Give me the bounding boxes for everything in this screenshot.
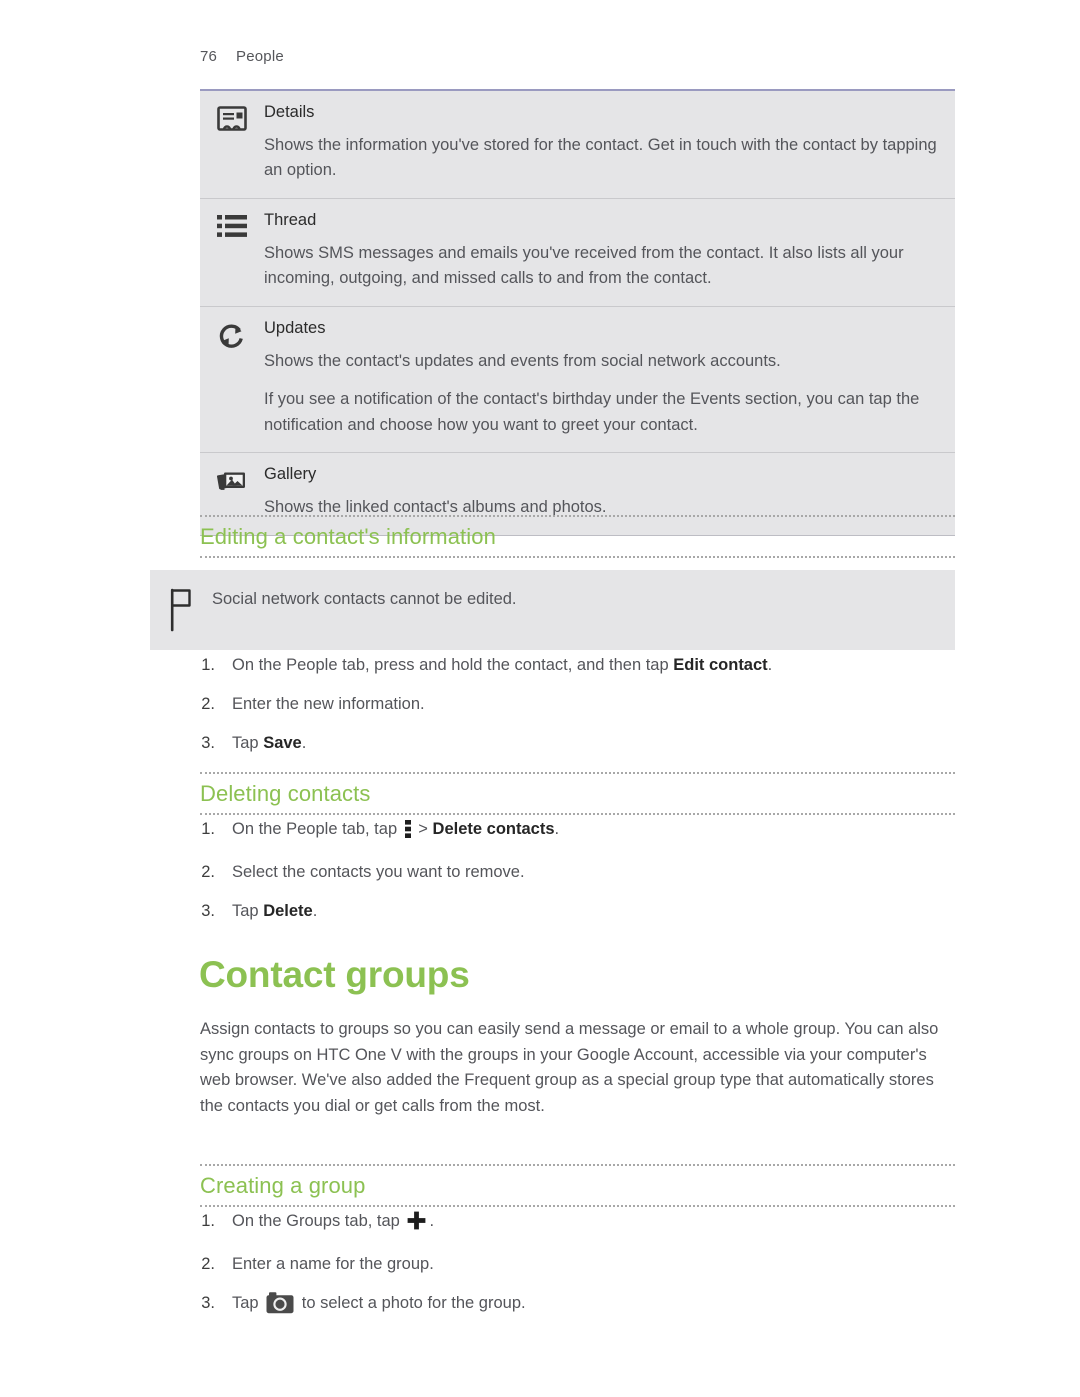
list-item: 3. Tap Delete. <box>200 899 960 924</box>
table-row: Thread Shows SMS messages and emails you… <box>200 199 955 307</box>
flag-icon <box>150 587 212 632</box>
step-number: 2. <box>201 694 215 713</box>
page-title: Contact groups <box>199 954 470 995</box>
feature-description: Shows SMS messages and emails you've rec… <box>264 243 904 288</box>
step-text: Tap to select a photo for the group. <box>232 1291 960 1322</box>
step-number: 3. <box>201 901 215 920</box>
list-item: 2. Enter the new information. <box>200 692 960 717</box>
step-text: Enter the new information. <box>232 692 960 717</box>
table-cell-body: Gallery Shows the linked contact's album… <box>264 465 955 520</box>
feature-title: Updates <box>264 318 326 337</box>
step-number: 1. <box>201 1212 215 1230</box>
feature-title: Details <box>264 103 315 121</box>
gallery-photos-icon <box>200 465 264 494</box>
step-text-pre: Tap <box>232 733 264 752</box>
steps-creating: 1. On the Groups tab, tap . 2. Enter a n… <box>200 1209 960 1321</box>
step-text-post: . <box>429 1212 435 1230</box>
step-text-bold: Edit contact <box>673 656 768 674</box>
list-item: 3. Tap Save. <box>200 731 960 756</box>
table-row: Updates Shows the contact's updates and … <box>200 307 955 454</box>
step-text-pre: On the People tab, tap <box>232 820 402 838</box>
step-text: Select the contacts you want to remove. <box>232 860 960 885</box>
section-heading-creating: Creating a group <box>200 1164 955 1207</box>
step-text: On the People tab, press and hold the co… <box>232 653 960 678</box>
list-item: 1. On the People tab, tap > Delete conta… <box>200 817 960 846</box>
feature-description: Shows the information you've stored for … <box>264 135 937 180</box>
section-heading-text: Editing a contact's information <box>200 524 496 549</box>
list-item: 2. Enter a name for the group. <box>200 1252 960 1277</box>
step-text-post: . <box>554 820 560 838</box>
running-header-title: People <box>236 48 284 65</box>
feature-description: If you see a notification of the contact… <box>264 390 920 434</box>
list-item: 1. On the Groups tab, tap . <box>200 1209 960 1238</box>
section-heading-deleting: Deleting contacts <box>200 772 955 815</box>
step-text: Tap Delete. <box>232 899 960 924</box>
refresh-updates-icon <box>200 319 264 350</box>
table-cell-body: Details Shows the information you've sto… <box>264 103 955 184</box>
step-text-post: . <box>312 901 318 920</box>
step-text-pre: Enter the new information. <box>232 694 425 713</box>
steps-editing: 1. On the People tab, press and hold the… <box>200 653 960 755</box>
step-number: 2. <box>201 862 215 881</box>
step-text: Tap Save. <box>232 731 960 756</box>
list-item: 1. On the People tab, press and hold the… <box>200 653 960 678</box>
step-number: 3. <box>201 733 215 752</box>
contact-card-icon <box>200 103 264 131</box>
feature-description: Shows the contact's updates and events f… <box>264 351 781 370</box>
step-number: 3. <box>201 1293 215 1312</box>
plus-icon <box>407 1211 426 1238</box>
list-item: 3. Tap to select a photo for the group. <box>200 1291 960 1322</box>
section-heading-text: Creating a group <box>200 1173 366 1198</box>
step-text-pre: Enter a name for the group. <box>232 1254 434 1273</box>
step-text: Enter a name for the group. <box>232 1252 960 1277</box>
step-text-pre: Tap <box>232 1293 264 1312</box>
feature-table: Details Shows the information you've sto… <box>200 89 955 536</box>
note-box: Social network contacts cannot be edited… <box>150 570 955 650</box>
step-text-bold: Delete contacts <box>432 820 555 838</box>
step-text-pre: On the People tab, press and hold the co… <box>232 656 674 674</box>
step-number: 1. <box>201 820 215 838</box>
step-text: On the Groups tab, tap . <box>232 1209 960 1238</box>
step-text-bold: Save <box>263 733 302 752</box>
step-text-pre: Tap <box>232 901 264 920</box>
table-cell-body: Updates Shows the contact's updates and … <box>264 319 955 438</box>
list-thread-icon <box>200 211 264 238</box>
step-text: On the People tab, tap > Delete contacts… <box>232 817 960 846</box>
feature-title: Thread <box>264 210 317 229</box>
step-text-post: . <box>767 656 773 674</box>
step-text-pre: On the Groups tab, tap <box>232 1212 405 1230</box>
table-cell-body: Thread Shows SMS messages and emails you… <box>264 211 955 292</box>
step-text-mid: > <box>413 820 433 838</box>
page-number: 76 <box>200 48 218 65</box>
document-page: 76 People Details Shows the information … <box>0 0 1080 1397</box>
running-header: 76 People <box>200 48 284 65</box>
step-number: 2. <box>201 1254 215 1273</box>
step-text-pre: Select the contacts you want to remove. <box>232 862 525 881</box>
camera-icon <box>266 1291 294 1322</box>
overflow-menu-icon <box>404 820 411 846</box>
feature-title: Gallery <box>264 465 317 484</box>
list-item: 2. Select the contacts you want to remov… <box>200 860 960 885</box>
steps-deleting: 1. On the People tab, tap > Delete conta… <box>200 817 960 923</box>
step-text-bold: Delete <box>263 901 313 920</box>
table-row: Details Shows the information you've sto… <box>200 91 955 199</box>
intro-paragraph: Assign contacts to groups so you can eas… <box>200 1020 939 1115</box>
section-heading-text: Deleting contacts <box>200 781 371 806</box>
step-number: 1. <box>201 656 215 674</box>
step-text-post: . <box>301 733 307 752</box>
note-text: Social network contacts cannot be edited… <box>212 590 517 608</box>
step-text-post: to select a photo for the group. <box>297 1293 526 1312</box>
section-heading-editing: Editing a contact's information <box>200 515 955 558</box>
